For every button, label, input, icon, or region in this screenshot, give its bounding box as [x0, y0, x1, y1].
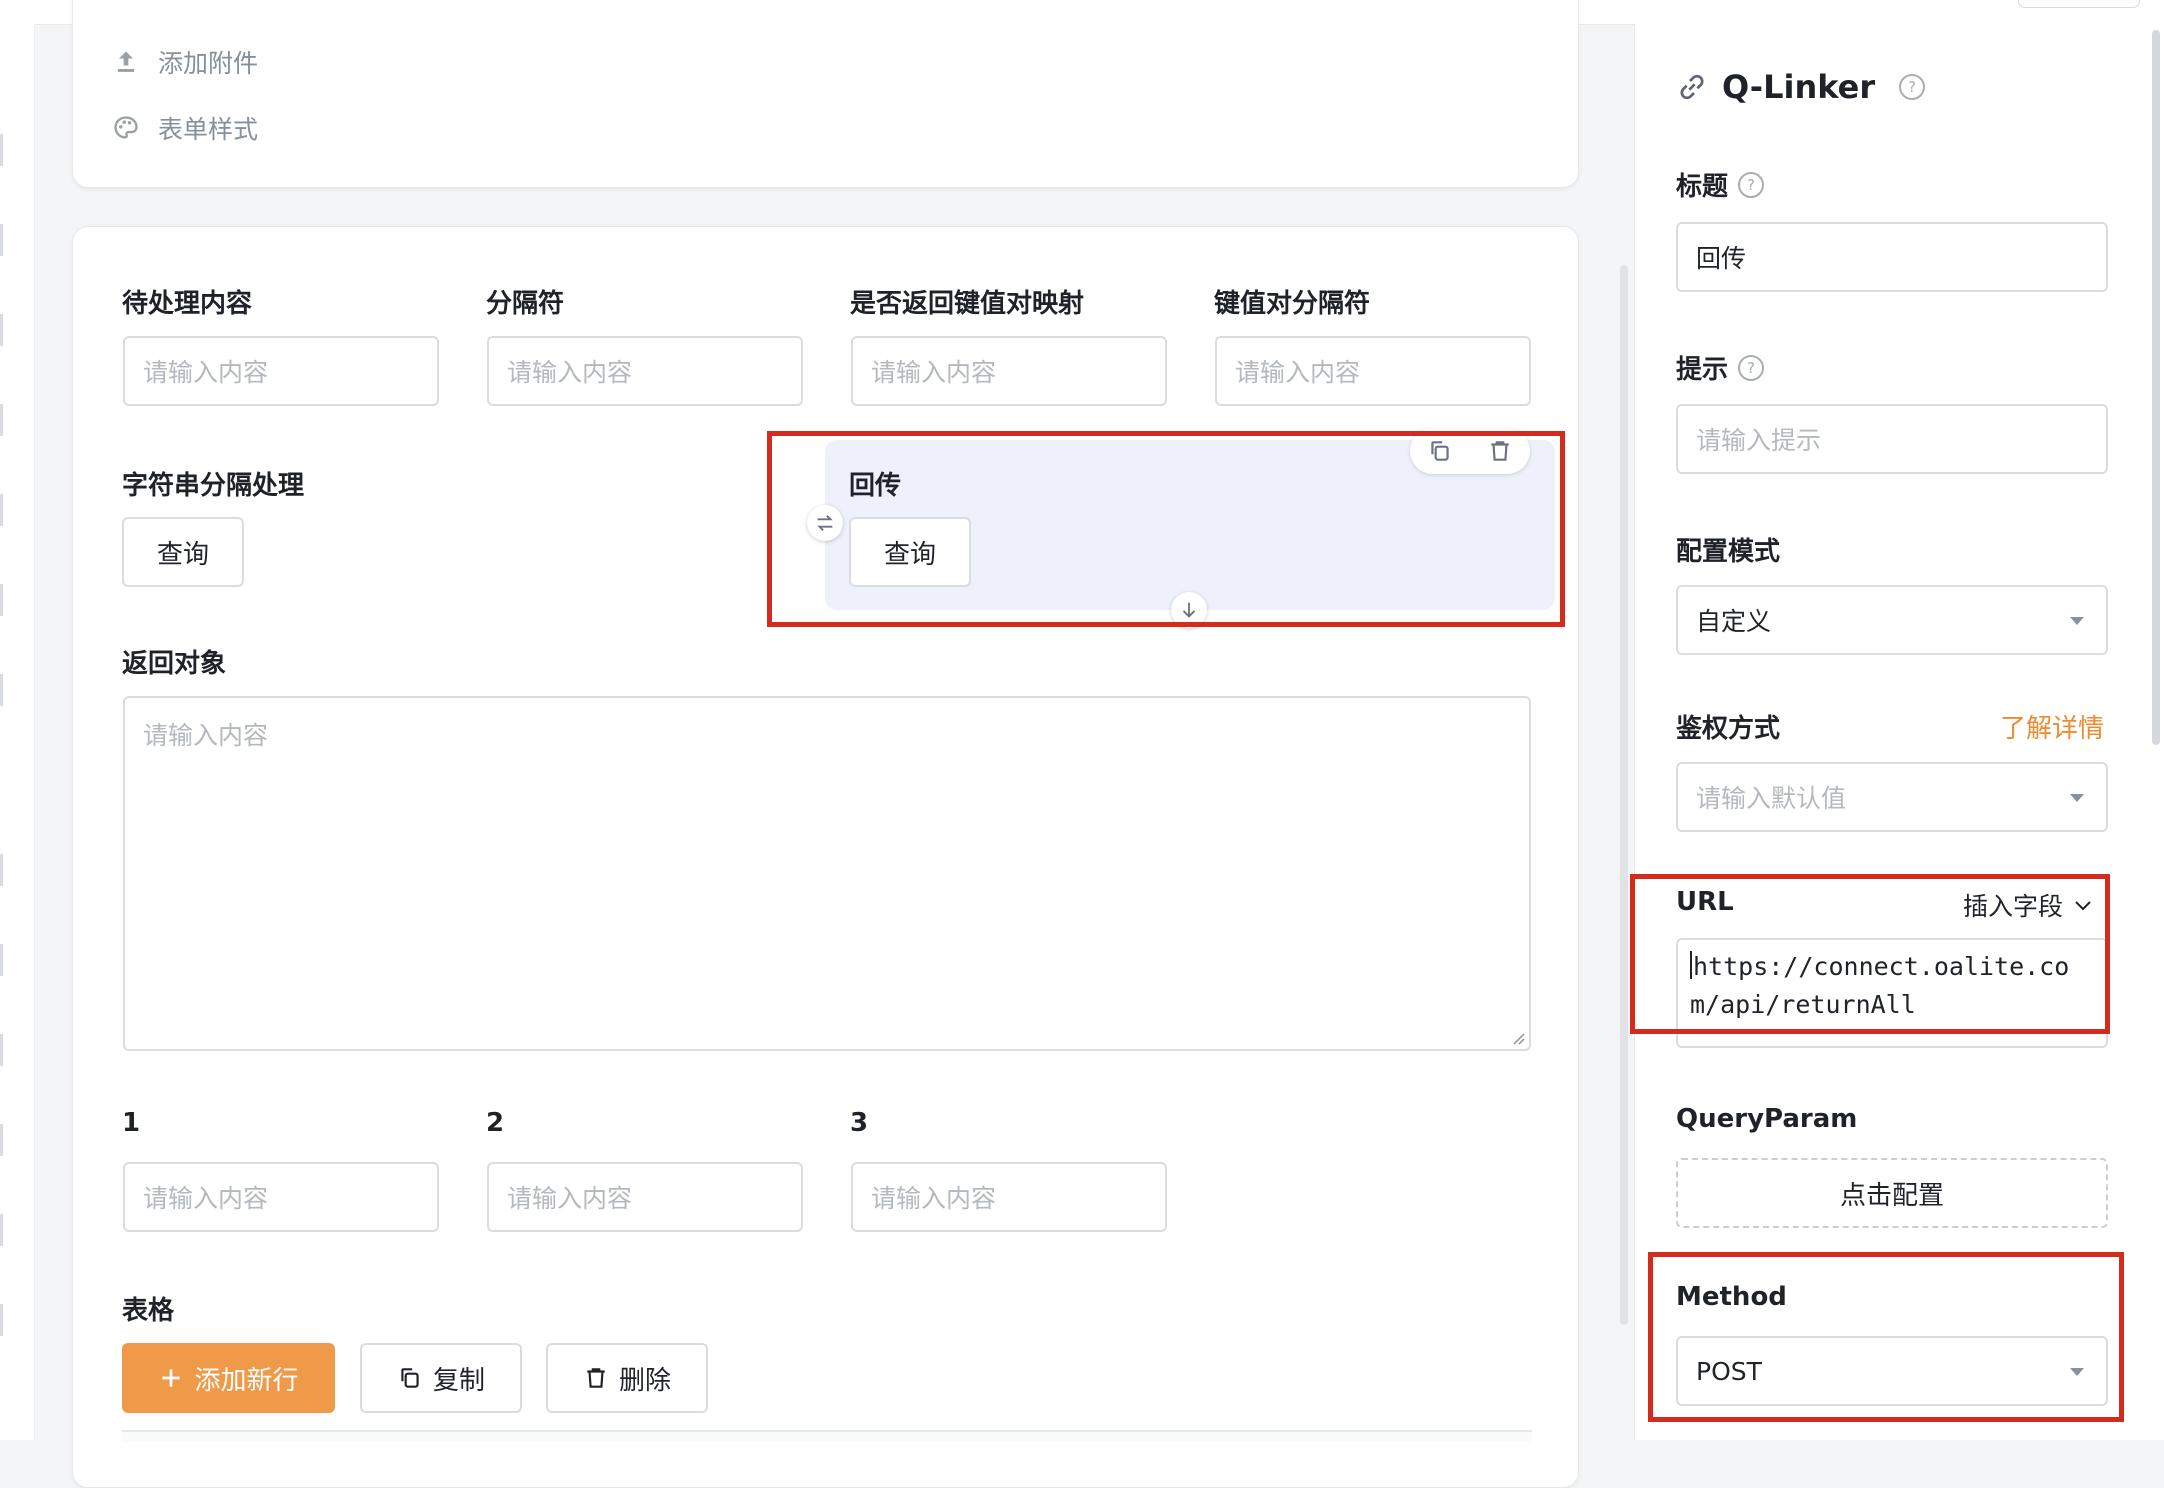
toolbar-button[interactable] — [2018, 0, 2140, 8]
auth-label: 鉴权方式 — [1676, 714, 1781, 744]
menu-item-label: 添加附件 — [158, 49, 259, 78]
trash-icon — [587, 1368, 605, 1388]
config-mode-select[interactable]: 自定义 — [1676, 585, 2108, 655]
chevron-down-icon — [2070, 794, 2084, 802]
title-label: 标题 ? — [1676, 166, 1765, 203]
field-label: 1 — [122, 1108, 141, 1138]
title-input[interactable]: 回传 — [1676, 222, 2108, 292]
rail-marker — [0, 1304, 3, 1336]
upload-icon — [117, 51, 135, 72]
config-mode-value: 自定义 — [1696, 607, 1772, 636]
left-rail — [0, 24, 35, 1440]
rail-marker — [0, 944, 3, 976]
add-row-button[interactable]: 添加新行 — [122, 1343, 335, 1413]
field-label: 字符串分隔处理 — [122, 471, 305, 501]
return-kv-map-input[interactable]: 请输入内容 — [851, 336, 1167, 406]
help-icon[interactable]: ? — [1738, 354, 1765, 381]
rail-marker — [0, 854, 3, 886]
hint-label: 提示 ? — [1676, 349, 1765, 386]
canvas-scrollbar[interactable] — [1620, 265, 1628, 1325]
rail-marker — [0, 494, 3, 526]
help-icon[interactable]: ? — [1899, 74, 1926, 100]
help-icon[interactable]: ? — [1738, 171, 1765, 198]
palette-icon — [114, 116, 138, 139]
settings-menu-card — [72, 0, 1579, 188]
rail-marker — [0, 404, 3, 436]
rail-marker — [0, 314, 3, 346]
rail-marker — [0, 674, 3, 706]
chevron-down-icon — [2070, 617, 2084, 625]
panel-title: Q-Linker ? — [1676, 68, 1926, 106]
auth-select[interactable]: 请输入默认值 — [1676, 762, 2108, 832]
field-label: 表格 — [122, 1296, 175, 1326]
auth-placeholder: 请输入默认值 — [1696, 784, 1847, 813]
field-label: 键值对分隔符 — [1214, 289, 1371, 319]
resize-grip-icon[interactable] — [1511, 1031, 1525, 1045]
field-label: 3 — [850, 1108, 869, 1138]
add-row-label: 添加新行 — [194, 1365, 299, 1396]
field-1-input[interactable]: 请输入内容 — [123, 1162, 439, 1232]
rail-marker — [0, 134, 3, 166]
copy-row-button[interactable]: 复制 — [360, 1343, 522, 1413]
hint-input[interactable]: 请输入提示 — [1676, 404, 2108, 474]
plus-icon — [162, 1369, 181, 1387]
delete-row-label: 删除 — [618, 1365, 671, 1396]
query-param-label: QueryParam — [1676, 1104, 1858, 1134]
link-icon — [1680, 74, 1704, 100]
field-2-input[interactable]: 请输入内容 — [487, 1162, 803, 1232]
title-label-text: 标题 — [1676, 172, 1729, 202]
rail-marker — [0, 584, 3, 616]
panel-title-text: Q-Linker — [1722, 68, 1876, 106]
table-header — [122, 1430, 1532, 1442]
field-3-input[interactable]: 请输入内容 — [851, 1162, 1167, 1232]
menu-item-form-style[interactable]: 表单样式 — [112, 110, 258, 146]
field-label: 待处理内容 — [122, 289, 253, 319]
query-param-config-button[interactable]: 点击配置 — [1676, 1158, 2108, 1228]
copy-row-label: 复制 — [432, 1365, 485, 1396]
textarea-placeholder: 请输入内容 — [143, 721, 269, 750]
copy-icon — [401, 1368, 419, 1388]
rail-marker — [0, 1214, 3, 1246]
field-label: 2 — [486, 1108, 505, 1138]
pending-content-input[interactable]: 请输入内容 — [123, 336, 439, 406]
field-label: 分隔符 — [486, 289, 565, 319]
string-split-query-button[interactable]: 查询 — [122, 517, 244, 587]
highlight-box-method — [1648, 1252, 2124, 1422]
delete-row-button[interactable]: 删除 — [546, 1343, 708, 1413]
separator-input[interactable]: 请输入内容 — [487, 336, 803, 406]
field-label: 返回对象 — [122, 649, 227, 679]
highlight-box-url — [1630, 874, 2110, 1034]
field-label: 是否返回键值对映射 — [850, 289, 1085, 319]
kv-separator-input[interactable]: 请输入内容 — [1215, 336, 1531, 406]
config-mode-label: 配置模式 — [1676, 537, 1781, 567]
panel-scrollbar[interactable] — [2152, 30, 2160, 745]
rail-marker — [0, 224, 3, 256]
highlight-box-callback — [767, 431, 1565, 627]
rail-marker — [0, 1124, 3, 1156]
rail-marker — [0, 1034, 3, 1066]
menu-item-add-attachment[interactable]: 添加附件 — [112, 44, 258, 80]
menu-item-label: 表单样式 — [158, 115, 259, 144]
learn-more-link[interactable]: 了解详情 — [2000, 708, 2104, 745]
hint-label-text: 提示 — [1676, 355, 1729, 385]
return-object-textarea[interactable]: 请输入内容 — [123, 696, 1531, 1051]
